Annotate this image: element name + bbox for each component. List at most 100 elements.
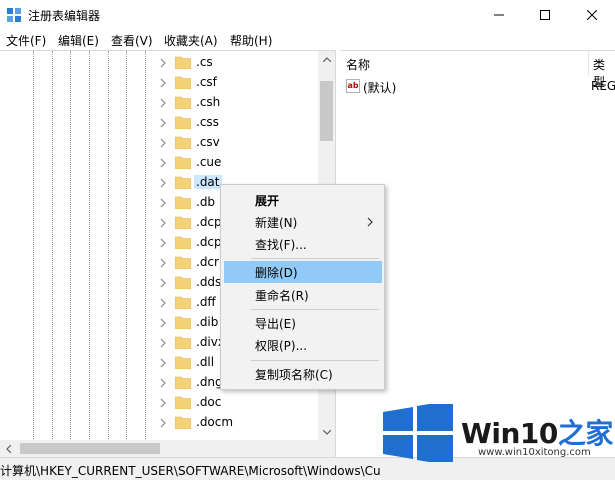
menu-item-expand[interactable]: 展开 — [224, 189, 382, 211]
chevron-right-icon[interactable] — [158, 418, 168, 428]
menu-item-export[interactable]: 导出(E) — [224, 312, 382, 334]
chevron-right-icon[interactable] — [158, 378, 168, 388]
chevron-right-icon — [367, 217, 373, 227]
watermark-brand-suffix: 之家 — [557, 417, 614, 450]
folder-icon — [175, 216, 191, 229]
chevron-right-icon[interactable] — [158, 258, 168, 268]
tree-item[interactable]: .csv — [158, 133, 318, 153]
tree-item-label: .dat — [194, 175, 222, 189]
column-header-type[interactable]: 类型 — [588, 51, 615, 89]
tree-item[interactable]: .cue — [158, 153, 318, 173]
chevron-right-icon[interactable] — [158, 358, 168, 368]
tree-item[interactable]: .cs — [158, 53, 318, 73]
folder-icon — [175, 296, 191, 309]
chevron-right-icon[interactable] — [158, 158, 168, 168]
menu-item-label: 导出(E) — [255, 317, 296, 331]
tree-item[interactable]: .css — [158, 113, 318, 133]
chevron-right-icon[interactable] — [158, 58, 168, 68]
chevron-down-icon — [322, 430, 331, 435]
tree-guide-line — [126, 51, 127, 440]
tree-item-label: .dib — [196, 315, 219, 329]
value-row[interactable]: ab (默认) REG — [346, 78, 615, 96]
folder-icon — [175, 96, 191, 109]
scroll-thumb[interactable] — [320, 81, 333, 141]
folder-icon — [175, 116, 191, 129]
chevron-up-icon — [322, 57, 331, 62]
menu-item-label: 复制项名称(C) — [255, 368, 333, 382]
maximize-icon — [540, 10, 550, 20]
watermark-brand-win10: Win10 — [461, 417, 558, 450]
chevron-right-icon[interactable] — [158, 178, 168, 188]
tree-item[interactable]: .csf — [158, 73, 318, 93]
menu-item-delete[interactable]: 删除(D) — [224, 261, 382, 283]
menu-item-rename[interactable]: 重命名(R) — [224, 284, 382, 306]
chevron-right-icon[interactable] — [158, 138, 168, 148]
tree-item-label: .dff — [196, 295, 216, 309]
menu-item-new[interactable]: 新建(N) — [224, 211, 382, 233]
chevron-right-icon[interactable] — [158, 318, 168, 328]
close-button[interactable] — [569, 0, 615, 30]
tree-item[interactable]: .docm — [158, 413, 318, 433]
windows-logo-icon — [383, 404, 453, 462]
folder-icon — [175, 256, 191, 269]
menu-item-label: 删除(D) — [255, 266, 298, 280]
folder-icon — [175, 56, 191, 69]
menu-help[interactable]: 帮助(H) — [230, 32, 272, 49]
tree-guide-line — [52, 51, 53, 440]
chevron-right-icon[interactable] — [158, 118, 168, 128]
chevron-right-icon[interactable] — [158, 218, 168, 228]
menu-edit[interactable]: 编辑(E) — [58, 32, 99, 49]
tree-horizontal-scrollbar[interactable] — [0, 440, 336, 457]
folder-icon — [175, 316, 191, 329]
folder-icon — [175, 156, 191, 169]
menu-item-find[interactable]: 查找(F)... — [224, 233, 382, 255]
chevron-right-icon[interactable] — [158, 98, 168, 108]
menu-item-label: 新建(N) — [255, 216, 298, 230]
folder-icon — [175, 176, 191, 189]
tree-item-label: .db — [196, 195, 216, 209]
watermark-url: www.win10xitong.com — [478, 447, 591, 458]
minimize-button[interactable] — [476, 0, 522, 30]
menu-item-permissions[interactable]: 权限(P)... — [224, 334, 382, 356]
folder-icon — [175, 376, 191, 389]
value-name: (默认) — [363, 81, 397, 95]
tree-item-label: .csh — [196, 95, 221, 109]
scroll-left-button[interactable] — [0, 440, 17, 457]
tree-guide-line — [145, 51, 146, 440]
column-header-name[interactable]: 名称 — [346, 51, 586, 75]
menu-item-label: 展开 — [255, 194, 280, 208]
folder-icon — [175, 396, 191, 409]
tree-guide-line — [33, 51, 34, 440]
tree-item[interactable]: .doc — [158, 393, 318, 413]
tree-guide-line — [70, 51, 71, 440]
close-icon — [587, 10, 597, 20]
chevron-right-icon[interactable] — [158, 298, 168, 308]
scroll-up-button[interactable] — [318, 51, 335, 68]
scroll-down-button[interactable] — [318, 424, 335, 440]
chevron-right-icon[interactable] — [158, 198, 168, 208]
window-title: 注册表编辑器 — [28, 9, 101, 23]
tree-item[interactable]: .csh — [158, 93, 318, 113]
tree-item-label: .dcr — [196, 255, 219, 269]
menu-file[interactable]: 文件(F) — [6, 32, 46, 49]
folder-icon — [175, 236, 191, 249]
menu-favorites[interactable]: 收藏夹(A) — [164, 32, 218, 49]
status-path: 计算机\HKEY_CURRENT_USER\SOFTWARE\Microsoft… — [0, 464, 381, 478]
tree-item-label: .dcp — [196, 235, 222, 249]
minimize-icon — [494, 14, 504, 16]
menu-view[interactable]: 查看(V) — [111, 32, 153, 49]
chevron-left-icon — [6, 444, 11, 453]
folder-icon — [175, 76, 191, 89]
chevron-right-icon[interactable] — [158, 238, 168, 248]
chevron-right-icon[interactable] — [158, 338, 168, 348]
tree-item-label: .cs — [196, 55, 213, 69]
scroll-thumb[interactable] — [20, 443, 160, 454]
chevron-right-icon[interactable] — [158, 398, 168, 408]
maximize-button[interactable] — [522, 0, 568, 30]
menu-item-copy-key-name[interactable]: 复制项名称(C) — [224, 363, 382, 385]
chevron-right-icon[interactable] — [158, 278, 168, 288]
tree-item-label: .cue — [196, 155, 222, 169]
chevron-right-icon[interactable] — [158, 78, 168, 88]
context-menu: 展开 新建(N) 查找(F)... 删除(D) 重命名(R) 导出(E) 权限(… — [220, 184, 385, 390]
value-type: REG — [591, 79, 615, 93]
